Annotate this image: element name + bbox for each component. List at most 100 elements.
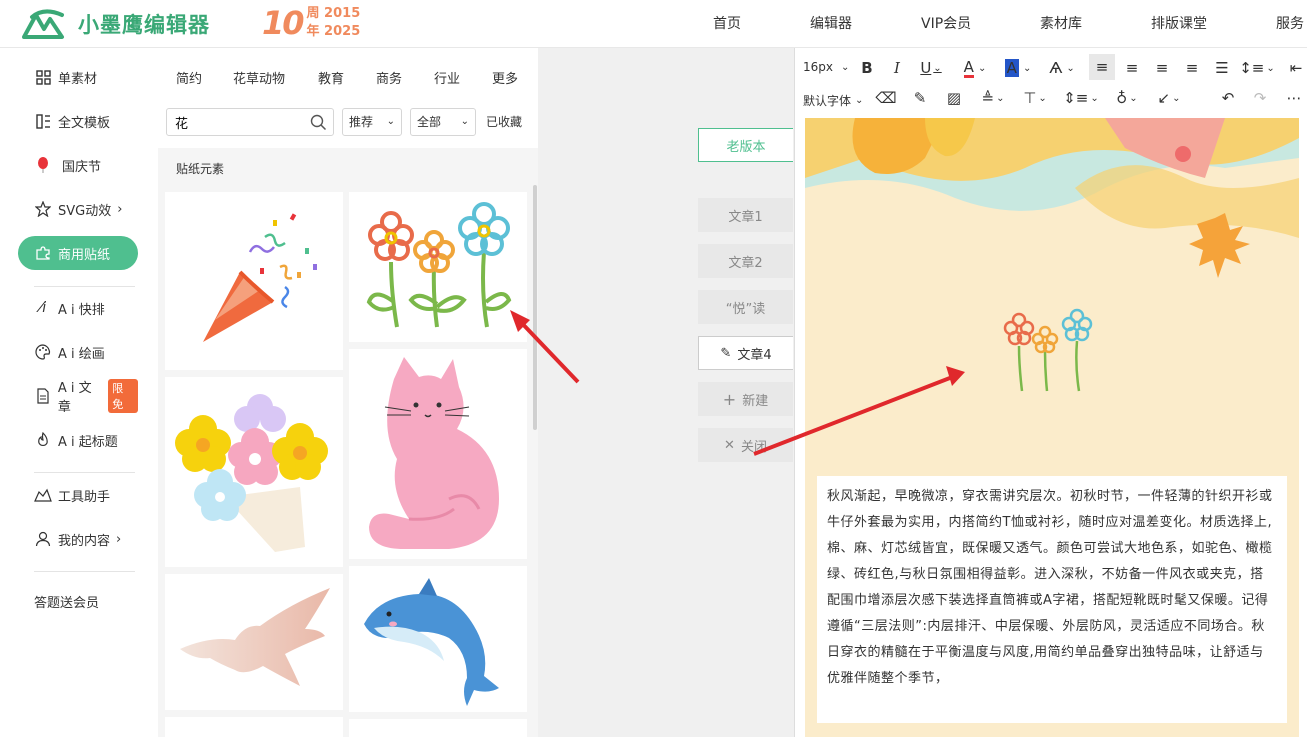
format-brush-icon[interactable]: ✎: [909, 86, 931, 110]
nav-editor[interactable]: 编辑器: [810, 0, 852, 48]
new-article-button[interactable]: + 新建: [698, 382, 793, 416]
material-panel: 简约 花草动物 教育 商务 行业 更多 推荐 ⌄ 全部 ⌄ 已收藏 贴纸元素: [158, 48, 538, 737]
brand-name: 小墨鹰编辑器: [78, 13, 210, 37]
indent-icon[interactable]: ☰: [1211, 56, 1233, 80]
search-input[interactable]: [167, 109, 297, 135]
more-icon[interactable]: ⋯: [1283, 86, 1305, 110]
align-justify-icon[interactable]: ≡: [1181, 56, 1203, 80]
underline-icon[interactable]: U ⌄: [917, 56, 945, 80]
align-center-icon[interactable]: ≡: [1121, 56, 1143, 80]
bold-icon[interactable]: B: [857, 56, 877, 80]
bouquet-icon: [175, 394, 328, 552]
plus-icon: +: [722, 389, 737, 409]
sticker-dolphin[interactable]: [349, 566, 527, 712]
logo[interactable]: 小墨鹰编辑器: [22, 8, 242, 40]
sticker-cat[interactable]: [349, 349, 527, 559]
sidebar-item-label: 全文模板: [58, 115, 111, 131]
tab-business[interactable]: 商务: [376, 68, 402, 87]
sidebar-item-svg[interactable]: SVG动效 ›: [18, 192, 138, 226]
close-label: 关闭: [740, 439, 767, 455]
sidebar-item-tools[interactable]: 工具助手: [18, 478, 138, 512]
sidebar-item-ai-paint[interactable]: A i 绘画: [18, 335, 138, 369]
chevron-down-icon: ⌄: [855, 95, 864, 106]
sidebar-item-label: 商用贴纸: [58, 247, 111, 263]
text-style-icon[interactable]: Ѧ ⌄: [1047, 56, 1077, 80]
sidebar-item-stickers[interactable]: 商用贴纸: [18, 236, 138, 270]
sidebar-item-label: A i 文章: [57, 381, 92, 415]
flowers-icon: [366, 202, 512, 328]
fire-icon: [34, 431, 52, 449]
anniversary-number: 10: [262, 4, 305, 42]
nav-materials[interactable]: 素材库: [1040, 0, 1082, 48]
align-right-icon[interactable]: ≡: [1151, 56, 1173, 80]
font-color-icon[interactable]: A ⌄: [960, 56, 990, 80]
article-text-box[interactable]: 秋风渐起，早晚微凉，穿衣需讲究层次。初秋时节，一件轻薄的针织开衫或牛仔外套最为实…: [817, 476, 1287, 723]
sidebar-item-national-day[interactable]: 国庆节: [18, 148, 138, 182]
line-height-icon[interactable]: ↕≡ ⌄: [1239, 56, 1275, 80]
article-tab-4[interactable]: ✎ 文章4: [698, 336, 793, 370]
rotate-icon[interactable]: ↙ ⌄: [1153, 86, 1185, 110]
article-tab-3[interactable]: “悦”读: [698, 290, 793, 324]
redo-icon[interactable]: ↷: [1249, 86, 1271, 110]
nav-course[interactable]: 排版课堂: [1151, 0, 1207, 48]
favorites-link[interactable]: 已收藏: [486, 108, 522, 136]
filter-dropdown[interactable]: 全部 ⌄: [410, 108, 476, 136]
close-article-button[interactable]: ✕ 关闭: [698, 428, 793, 462]
old-version-button[interactable]: 老版本: [698, 128, 793, 162]
sort-dropdown[interactable]: 推荐 ⌄: [342, 108, 402, 136]
sidebar-item-ai-layout[interactable]: ⁄i A i 快排: [18, 291, 138, 325]
search-icon[interactable]: [310, 114, 327, 131]
sidebar-item-quiz-vip[interactable]: 答题送会员: [18, 584, 138, 618]
highlight-icon[interactable]: A ⌄: [1003, 56, 1033, 80]
article-text: 秋风渐起，早晚微凉，穿衣需讲究层次。初秋时节，一件轻薄的针织开衫或牛仔外套最为实…: [827, 489, 1273, 686]
sticker-partial[interactable]: [165, 717, 343, 737]
sidebar-item-ai-title[interactable]: A i 起标题: [18, 423, 138, 457]
ai-icon: ⁄i: [39, 300, 47, 316]
image-icon[interactable]: ▨: [943, 86, 965, 110]
tab-more[interactable]: 更多: [492, 68, 518, 87]
sidebar-divider: [34, 286, 135, 287]
exit-icon[interactable]: ⇤: [1285, 56, 1307, 80]
paragraph-spacing-icon[interactable]: ⇕≡ ⌄: [1063, 86, 1099, 110]
eraser-icon[interactable]: ⌫: [875, 86, 897, 110]
inserted-flowers-icon: [1003, 308, 1093, 392]
align-left-icon[interactable]: ≡: [1089, 54, 1115, 80]
font-family-select[interactable]: 默认字体 ⌄: [803, 92, 863, 109]
sticker-partial[interactable]: [349, 719, 527, 737]
article-canvas[interactable]: 秋风渐起，早晚微凉，穿衣需讲究层次。初秋时节，一件轻薄的针织开衫或牛仔外套最为实…: [805, 118, 1299, 737]
tab-simple[interactable]: 简约: [176, 68, 202, 87]
sidebar-divider: [34, 472, 135, 473]
panel-scrollbar[interactable]: [533, 185, 537, 430]
category-tabs: 简约 花草动物 教育 商务 行业 更多: [158, 48, 538, 104]
chevron-right-icon: ›: [116, 531, 122, 547]
italic-icon[interactable]: I: [887, 56, 907, 80]
nav-service[interactable]: 服务: [1276, 0, 1304, 48]
doc-icon: [34, 387, 52, 405]
divider-icon[interactable]: ≜ ⌄: [977, 86, 1009, 110]
chevron-right-icon: ›: [117, 201, 123, 217]
sidebar-item-single-material[interactable]: 单素材: [18, 60, 138, 94]
nav-vip[interactable]: VIP会员: [921, 0, 971, 48]
sidebar-item-my-content[interactable]: 我的内容 ›: [18, 522, 138, 556]
font-size-select[interactable]: 16px ⌄: [803, 60, 849, 74]
balloon-icon: [34, 156, 52, 174]
article-tab-1[interactable]: 文章1: [698, 198, 793, 232]
edit-icon: ✎: [720, 345, 732, 361]
sticker-party-popper[interactable]: [165, 192, 343, 370]
article-tab-2[interactable]: 文章2: [698, 244, 793, 278]
search-box: [166, 108, 334, 136]
sticker-bouquet[interactable]: [165, 377, 343, 567]
sidebar-item-ai-article[interactable]: A i 文章 限免: [18, 379, 138, 415]
sticker-dove[interactable]: [165, 574, 343, 710]
chevron-down-icon: ⌄: [841, 61, 850, 73]
sidebar-item-templates[interactable]: 全文模板: [18, 104, 138, 138]
tab-education[interactable]: 教育: [318, 68, 344, 87]
bulb-icon[interactable]: ♁ ⌄: [1111, 86, 1143, 110]
sticker-flowers[interactable]: [349, 192, 527, 342]
sidebar-item-label: SVG动效: [58, 203, 112, 219]
tab-industry[interactable]: 行业: [434, 68, 460, 87]
spacing-icon[interactable]: ⊤ ⌄: [1019, 86, 1051, 110]
nav-home[interactable]: 首页: [713, 0, 741, 48]
tab-flowers-animals[interactable]: 花草动物: [233, 68, 285, 87]
undo-icon[interactable]: ↶: [1217, 86, 1239, 110]
